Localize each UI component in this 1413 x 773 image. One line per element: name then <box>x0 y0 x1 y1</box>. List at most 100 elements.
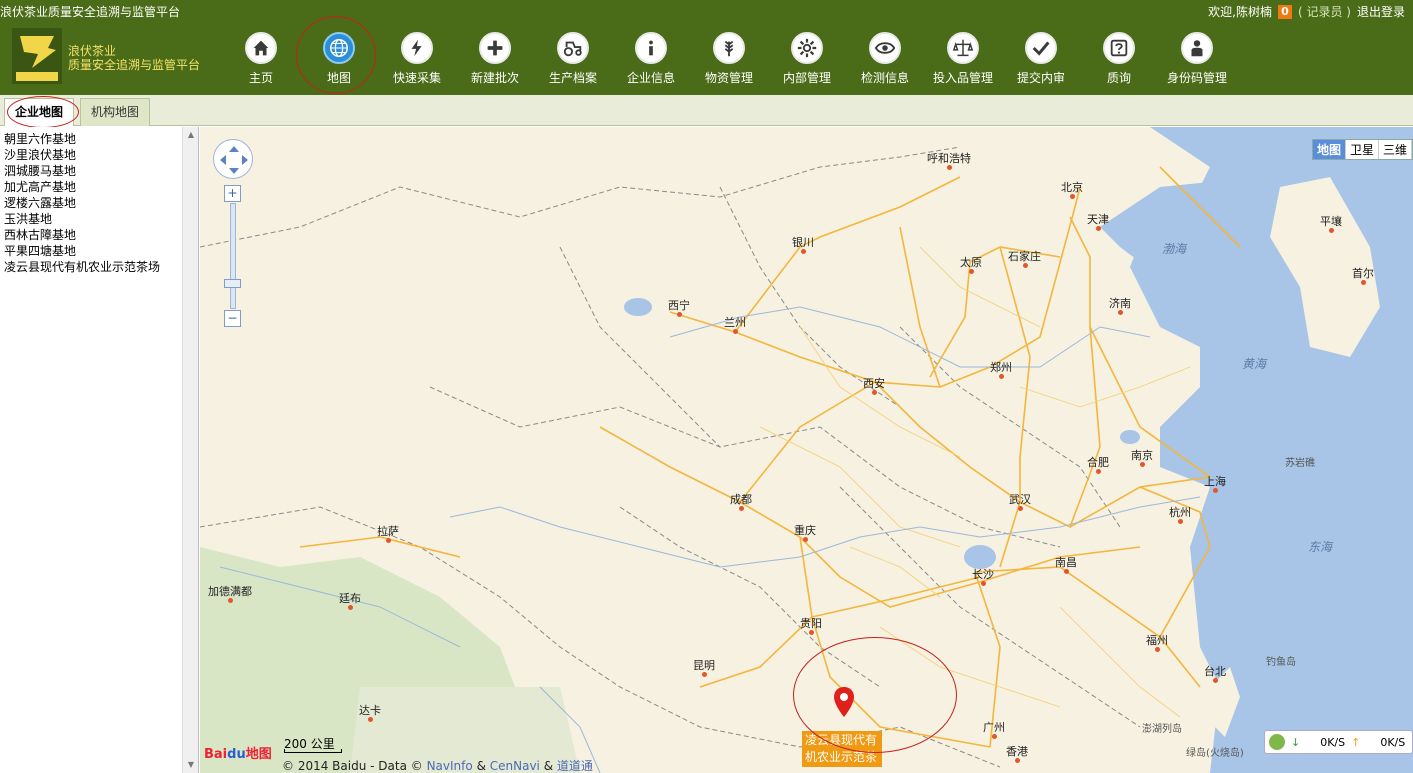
baidu-logo[interactable]: Baidu地图 <box>204 743 272 762</box>
speed-meter-icon <box>1269 734 1285 750</box>
city-label: 达卡 <box>359 704 381 722</box>
download-arrow-icon: ↓ <box>1291 735 1301 749</box>
nav-item-8[interactable]: 检测信息 <box>846 28 924 88</box>
base-list-item[interactable]: 泗城腰马基地 <box>4 163 198 179</box>
network-speed-widget[interactable]: ↓ 0K/S ↑ 0K/S <box>1264 730 1413 754</box>
city-label: 石家庄 <box>1008 250 1041 268</box>
nav-item-9[interactable]: 投入品管理 <box>924 28 1002 88</box>
base-list-item[interactable]: 逻楼六露基地 <box>4 195 198 211</box>
nav-item-label: 检测信息 <box>860 71 909 85</box>
nav-item-0[interactable]: 主页 <box>222 28 300 88</box>
daodaotong-link[interactable]: 道道通 <box>557 759 593 773</box>
city-label: 廷布 <box>339 592 361 610</box>
nav-item-label: 提交内审 <box>1016 71 1065 85</box>
base-list-item[interactable]: 朝里六作基地 <box>4 131 198 147</box>
nav-item-label: 快速采集 <box>392 71 441 85</box>
city-label: 北京 <box>1061 181 1083 199</box>
eye-icon <box>869 32 901 64</box>
navinfo-link[interactable]: NavInfo <box>427 759 473 773</box>
nav-item-10[interactable]: 提交内审 <box>1002 28 1080 88</box>
main-nav: 主页 地图 快速采集 新建批次 生产档案 企业信息 物资管理 内部管理 检测信息 投入品管理 提交内… <box>222 28 1236 88</box>
city-label: 兰州 <box>724 316 746 334</box>
pan-control[interactable] <box>213 139 253 179</box>
base-list-item[interactable]: 玉洪基地 <box>4 211 198 227</box>
city-label: 广州 <box>983 721 1005 739</box>
nav-item-label: 企业信息 <box>626 71 675 85</box>
message-count-badge[interactable]: 0 <box>1277 4 1292 19</box>
city-label: 重庆 <box>794 524 816 542</box>
top-bar: 浪伏茶业质量安全追溯与监管平台 欢迎,陈树楠 0 ( 记录员 ) 退出登录 <box>0 0 1413 22</box>
nav-item-3[interactable]: 新建批次 <box>456 28 534 88</box>
map-canvas[interactable]: 呼和浩特 北京 天津 银川 太原 石家庄 济南 西宁 兰州 郑州 西安 合肥 南京 上海 成都 武汉 杭州 拉萨 重… <box>200 127 1413 773</box>
city-label: 台北 <box>1204 665 1226 683</box>
map-terrain <box>200 127 1413 773</box>
zoom-in-button[interactable]: + <box>224 185 241 202</box>
zoom-slider-track[interactable] <box>230 203 236 309</box>
scroll-up-arrow-icon[interactable]: ▲ <box>183 127 199 143</box>
person-icon <box>1181 32 1213 64</box>
nav-item-2[interactable]: 快速采集 <box>378 28 456 88</box>
tractor-icon <box>557 32 589 64</box>
logo-text: 浪伏茶业 质量安全追溯与监管平台 <box>68 44 201 72</box>
island-label: 钓鱼岛 <box>1266 657 1296 668</box>
sea-label: 黄海 <box>1242 357 1267 371</box>
nav-item-label: 物资管理 <box>704 71 753 85</box>
base-list-item[interactable]: 凌云县现代有机农业示范茶场 <box>4 259 198 275</box>
site-title: 浪伏茶业质量安全追溯与监管平台 <box>0 5 181 19</box>
city-label: 上海 <box>1204 475 1226 493</box>
logout-link[interactable]: 退出登录 <box>1357 3 1405 20</box>
nav-item-label: 投入品管理 <box>932 71 993 85</box>
tab-bar: 企业地图 机构地图 <box>0 95 1413 126</box>
base-list-item[interactable]: 加尤高产基地 <box>4 179 198 195</box>
map-type-map[interactable]: 地图 <box>1312 140 1346 159</box>
map-type-switcher: 地图 卫星 三维 <box>1311 139 1413 160</box>
nav-item-label: 质询 <box>1106 71 1131 85</box>
nav-item-11[interactable]: 质询 <box>1080 28 1158 88</box>
cennavi-link[interactable]: CenNavi <box>490 759 540 773</box>
island-label: 苏岩礁 <box>1285 458 1315 469</box>
map-type-satellite[interactable]: 卫星 <box>1345 140 1379 159</box>
island-label: 绿岛(火烧岛) <box>1186 748 1244 759</box>
base-list-item[interactable]: 沙里浪伏基地 <box>4 147 198 163</box>
nav-item-4[interactable]: 生产档案 <box>534 28 612 88</box>
header: 浪伏茶业质量安全追溯与监管平台 欢迎,陈树楠 0 ( 记录员 ) 退出登录 浪伏… <box>0 0 1413 95</box>
nav-item-7[interactable]: 内部管理 <box>768 28 846 88</box>
zoom-out-button[interactable]: − <box>224 310 241 327</box>
nav-item-label: 新建批次 <box>470 71 519 85</box>
user-role: ( 记录员 ) <box>1297 5 1351 19</box>
tab-org-map[interactable]: 机构地图 <box>80 98 151 126</box>
home-icon <box>245 32 277 64</box>
sea-label: 东海 <box>1308 540 1333 554</box>
base-list-item[interactable]: 平果四塘基地 <box>4 243 198 259</box>
city-label: 西安 <box>863 377 885 395</box>
city-label: 香港 <box>1006 745 1028 763</box>
nav-item-6[interactable]: 物资管理 <box>690 28 768 88</box>
map-type-3d[interactable]: 三维 <box>1378 140 1412 159</box>
marker-label[interactable]: 凌云县现代有机农业示范茶 <box>802 731 882 767</box>
scale-icon <box>947 32 979 64</box>
island-label: 澎湖列岛 <box>1142 724 1182 735</box>
upload-speed: 0K/S <box>1380 735 1406 749</box>
gear-icon <box>791 32 823 64</box>
city-label: 银川 <box>792 236 814 254</box>
scroll-down-arrow-icon[interactable]: ▼ <box>183 757 199 773</box>
city-label: 南京 <box>1131 449 1153 467</box>
city-label: 郑州 <box>990 361 1012 379</box>
location-pin-icon[interactable] <box>834 687 854 717</box>
map-copyright: © 2014 Baidu - Data © NavInfo & CenNavi … <box>282 759 593 773</box>
zoom-slider-thumb[interactable] <box>224 279 241 288</box>
city-label: 长沙 <box>972 568 994 586</box>
tab-enterprise-map[interactable]: 企业地图 <box>4 98 75 126</box>
base-list-item[interactable]: 西林古障基地 <box>4 227 198 243</box>
city-label: 杭州 <box>1169 506 1191 524</box>
vertical-scrollbar[interactable]: ▲ ▼ <box>182 127 198 773</box>
wheat-icon <box>713 32 745 64</box>
pan-arrows-icon <box>220 146 248 174</box>
nav-item-12[interactable]: 身份码管理 <box>1158 28 1236 88</box>
city-label: 武汉 <box>1009 493 1031 511</box>
city-label: 加德满都 <box>208 585 252 603</box>
nav-item-label: 主页 <box>248 71 273 85</box>
nav-item-5[interactable]: 企业信息 <box>612 28 690 88</box>
city-label: 西宁 <box>668 299 690 317</box>
nav-item-1[interactable]: 地图 <box>300 28 378 88</box>
